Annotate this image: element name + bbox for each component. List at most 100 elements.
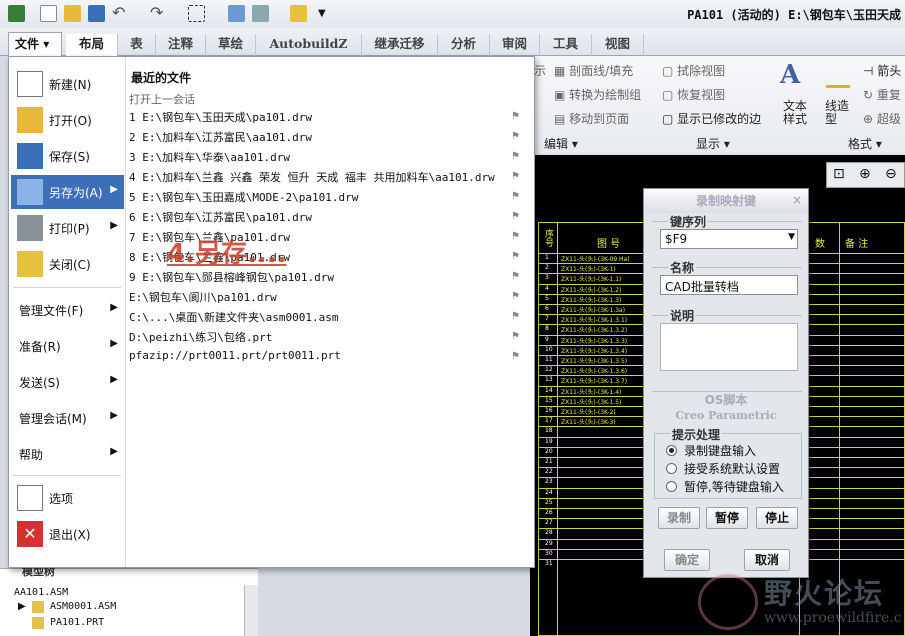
menu-close[interactable]: 关闭(C) [11, 247, 124, 281]
menu-new[interactable]: 新建(N) [11, 67, 124, 101]
key-sequence-input[interactable]: $F9 ▼ [660, 229, 798, 249]
pin-icon[interactable]: ⚑ [511, 331, 520, 342]
expand-icon[interactable]: ▶ [18, 601, 26, 612]
show-modified-edges-button[interactable]: ▢ 显示已修改的边 [662, 110, 761, 127]
pin-icon[interactable]: ⚑ [511, 311, 520, 322]
table-cell: ZX11-头(头)-(3K-1.3.2) [561, 327, 628, 335]
redo-icon[interactable]: ↷ [150, 5, 167, 22]
recent-file-item[interactable]: 4 E:\加料车\兰鑫 兴鑫 荣发 恒升 天成 福丰 共用加料车\aa101.d… [129, 169, 495, 189]
menu-help[interactable]: 帮助 ▶ [11, 437, 124, 471]
menu-save-as[interactable]: 另存为(A) ▶ [11, 175, 124, 209]
pin-icon[interactable]: ⚑ [511, 351, 520, 362]
menu-prepare[interactable]: 准备(R) ▶ [11, 329, 124, 363]
pin-icon[interactable]: ⚑ [511, 291, 520, 302]
tab-autobuildz[interactable]: AutobuildZ [256, 34, 362, 56]
tree-item[interactable]: ASM0001.ASM [50, 601, 116, 612]
cancel-button[interactable]: 取消 [744, 549, 790, 571]
windows-icon[interactable] [252, 5, 269, 22]
customize-dropdown-icon[interactable]: ▼ [318, 5, 335, 22]
zoom-out-icon[interactable]: ⊖ [885, 166, 897, 182]
folder-star-icon[interactable] [290, 5, 307, 22]
pin-icon[interactable]: ⚑ [511, 111, 520, 122]
tree-scrollbar[interactable] [244, 585, 258, 636]
radio-accept-defaults[interactable] [666, 463, 677, 474]
tab-review[interactable]: 审阅 [490, 34, 540, 56]
radio-record-keyboard[interactable] [666, 445, 677, 456]
pin-icon[interactable]: ⚑ [511, 131, 520, 142]
recent-file-item[interactable]: 6 E:\钢包车\江苏富民\pa101.drw [129, 209, 312, 229]
recent-file-item[interactable]: 3 E:\加料车\华泰\aa101.drw [129, 149, 290, 169]
super-button[interactable]: ⊕ 超级 [863, 110, 901, 127]
recent-file-item[interactable]: 5 E:\钢包车\玉田嘉成\MODE-2\pa101.drw [129, 189, 358, 209]
convert-to-draw-group-button[interactable]: ▣ 转换为绘制组 [554, 86, 641, 103]
tree-item[interactable]: AA101.ASM [14, 587, 68, 598]
close-icon[interactable]: × [792, 193, 802, 207]
pin-icon[interactable]: ⚑ [511, 271, 520, 282]
menu-send[interactable]: 发送(S) ▶ [11, 365, 124, 399]
menu-open[interactable]: 打开(O) [11, 103, 124, 137]
menu-exit[interactable]: ✕ 退出(X) [11, 517, 124, 551]
open-last-session[interactable]: 打开上一会话 [129, 91, 195, 107]
pin-icon[interactable]: ⚑ [511, 191, 520, 202]
tab-annotate[interactable]: 注释 [156, 34, 206, 56]
hatch-fill-button[interactable]: ▦ 剖面线/填充 [554, 62, 633, 79]
pin-icon[interactable]: ⚑ [511, 171, 520, 182]
menu-options[interactable]: 选项 [11, 481, 124, 515]
recent-file-item[interactable]: 2 E:\加料车\江苏富民\aa101.drw [129, 129, 312, 149]
move-to-sheet-button[interactable]: ▤ 移动到页面 [554, 110, 629, 127]
ok-button[interactable]: 确定 [664, 549, 710, 571]
group-format[interactable]: 格式 ▾ [848, 135, 882, 152]
recent-file-item[interactable]: 9 E:\钢包车\郧县榕峰钢包\pa101.drw [129, 269, 334, 289]
group-edit[interactable]: 编辑 ▾ [544, 135, 578, 152]
recent-file-item[interactable]: E:\钢包车\阆川\pa101.drw [129, 289, 277, 309]
tab-analysis[interactable]: 分析 [438, 34, 490, 56]
arrow-button[interactable]: ⊣ 箭头 [863, 62, 901, 79]
tab-sketch[interactable]: 草绘 [206, 34, 256, 56]
erase-view-button[interactable]: ▢ 拭除视图 [662, 62, 725, 79]
recent-file-item[interactable]: pfazip://prt0011.prt/prt0011.prt [129, 349, 341, 369]
zoom-in-icon[interactable]: ⊕ [859, 166, 871, 182]
record-button[interactable]: 录制 [658, 507, 700, 529]
save-icon[interactable] [88, 5, 105, 22]
pause-button[interactable]: 暂停 [706, 507, 748, 529]
menu-manage-session[interactable]: 管理会话(M) ▶ [11, 401, 124, 435]
stop-button[interactable]: 停止 [756, 507, 798, 529]
menu-manage-file[interactable]: 管理文件(F) ▶ [11, 293, 124, 327]
description-textarea[interactable] [660, 323, 798, 371]
pin-icon[interactable]: ⚑ [511, 231, 520, 242]
creo-tab-label[interactable]: Creo Parametric [644, 409, 808, 422]
recent-file-item[interactable]: C:\...\桌面\新建文件夹\asm0001.asm [129, 309, 338, 329]
ribbon-panel: 示 ▦ 剖面线/填充 ▣ 转换为绘制组 ▤ 移动到页面 ▢ 拭除视图 ▢ 恢复视… [530, 56, 905, 154]
pin-icon[interactable]: ⚑ [511, 251, 520, 262]
zoom-fit-icon[interactable]: ⊡ [833, 166, 845, 182]
open-folder-icon[interactable] [64, 5, 81, 22]
menu-save[interactable]: 保存(S) [11, 139, 124, 173]
undo-icon[interactable]: ↶ [112, 5, 129, 22]
tab-legacy-migration[interactable]: 继承迁移 [362, 34, 438, 56]
regenerate-icon[interactable] [228, 5, 245, 22]
tab-tools[interactable]: 工具 [540, 34, 592, 56]
group-display[interactable]: 显示 ▾ [696, 135, 730, 152]
tab-view[interactable]: 视图 [592, 34, 644, 56]
resume-view-button[interactable]: ▢ 恢复视图 [662, 86, 725, 103]
tab-file[interactable]: 文件 ▾ [8, 32, 62, 56]
radio-pause-wait[interactable] [666, 481, 677, 492]
pin-icon[interactable]: ⚑ [511, 211, 520, 222]
table-row-index: 8 [545, 325, 549, 333]
chevron-down-icon[interactable]: ▼ [788, 232, 795, 242]
recent-file-item[interactable]: 1 E:\钢包车\玉田天成\pa101.drw [129, 109, 312, 129]
text-style-icon[interactable]: A [780, 60, 800, 90]
pin-icon[interactable]: ⚑ [511, 151, 520, 162]
tab-table[interactable]: 表 [118, 34, 156, 56]
table-row-index: 7 [545, 315, 549, 323]
os-script-label[interactable]: OS脚本 [644, 391, 808, 408]
repeat-button[interactable]: ↻ 重复 [863, 86, 901, 103]
tree-item[interactable]: PA101.PRT [50, 617, 104, 628]
tab-layout[interactable]: 布局 [66, 34, 118, 56]
line-style-icon[interactable] [826, 60, 850, 88]
name-input[interactable]: CAD批量转档 [660, 275, 798, 295]
recent-file-item[interactable]: D:\peizhi\练习\包络.prt [129, 329, 272, 349]
select-box-icon[interactable] [188, 5, 205, 22]
new-file-icon[interactable] [40, 5, 57, 22]
menu-print[interactable]: 打印(P) ▶ [11, 211, 124, 245]
